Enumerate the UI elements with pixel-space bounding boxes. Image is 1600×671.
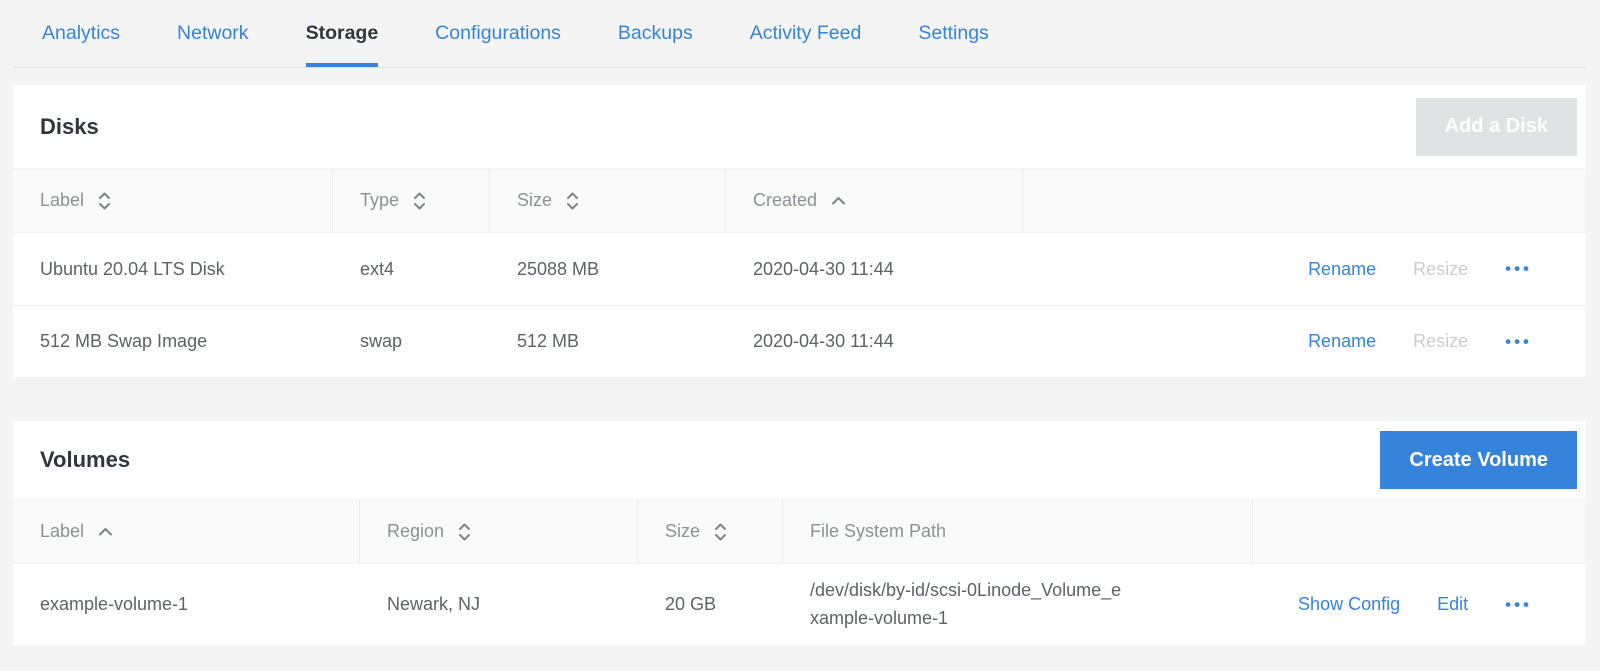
storage-content: Disks Add a Disk Label Type Size	[13, 85, 1585, 645]
tab-configurations[interactable]: Configurations	[435, 0, 561, 67]
show-config-link[interactable]: Show Config	[1298, 594, 1400, 615]
table-row: Ubuntu 20.04 LTS Disk ext4 25088 MB 2020…	[13, 233, 1585, 305]
column-label: Label	[40, 521, 84, 542]
tab-activity-feed[interactable]: Activity Feed	[750, 0, 862, 67]
table-row: 512 MB Swap Image swap 512 MB 2020-04-30…	[13, 305, 1585, 377]
tab-settings[interactable]: Settings	[918, 0, 988, 67]
disks-section: Disks Add a Disk Label Type Size	[13, 85, 1585, 377]
add-a-disk-button[interactable]: Add a Disk	[1416, 98, 1577, 156]
tab-storage[interactable]: Storage	[306, 0, 379, 67]
disks-column-header-label[interactable]: Label	[13, 169, 333, 232]
rename-link[interactable]: Rename	[1308, 331, 1376, 352]
rename-link[interactable]: Rename	[1308, 259, 1376, 280]
volumes-column-header-actions	[1253, 500, 1585, 563]
edit-link[interactable]: Edit	[1437, 594, 1468, 615]
disk-label: 512 MB Swap Image	[13, 331, 333, 352]
column-label: File System Path	[810, 521, 946, 542]
row-actions: Rename Resize •••	[1023, 259, 1585, 280]
disks-header: Disks Add a Disk	[13, 85, 1585, 168]
column-label: Size	[665, 521, 700, 542]
volumes-title: Volumes	[40, 447, 130, 473]
column-label: Label	[40, 190, 84, 211]
volumes-column-header-path: File System Path	[783, 500, 1253, 563]
sort-both-icon	[565, 190, 580, 212]
volume-path: /dev/disk/by-id/scsi-0Linode_Volume_exam…	[783, 577, 1253, 633]
disks-column-header-created[interactable]: Created	[726, 169, 1023, 232]
resize-link[interactable]: Resize	[1413, 259, 1468, 280]
disks-column-header-actions	[1023, 169, 1585, 232]
disks-title: Disks	[40, 114, 99, 140]
sort-both-icon	[412, 190, 427, 212]
disk-size: 25088 MB	[490, 259, 726, 280]
more-actions-icon[interactable]: •••	[1505, 332, 1532, 352]
sort-both-icon	[457, 521, 472, 543]
file-system-path: /dev/disk/by-id/scsi-0Linode_Volume_exam…	[810, 577, 1122, 633]
create-volume-button[interactable]: Create Volume	[1380, 431, 1577, 489]
resize-link[interactable]: Resize	[1413, 331, 1468, 352]
more-actions-icon[interactable]: •••	[1505, 259, 1532, 279]
sort-ascending-icon	[830, 195, 847, 206]
tab-backups[interactable]: Backups	[618, 0, 693, 67]
disk-type: swap	[333, 331, 490, 352]
column-label: Created	[753, 190, 817, 211]
disks-table-header: Label Type Size	[13, 168, 1585, 233]
volume-region: Newark, NJ	[360, 594, 638, 615]
disk-label: Ubuntu 20.04 LTS Disk	[13, 259, 333, 280]
disk-size: 512 MB	[490, 331, 726, 352]
more-actions-icon[interactable]: •••	[1505, 595, 1532, 615]
row-actions: Rename Resize •••	[1023, 331, 1585, 352]
volume-label: example-volume-1	[13, 594, 360, 615]
disks-column-header-type[interactable]: Type	[333, 169, 490, 232]
tab-bar: Analytics Network Storage Configurations…	[13, 0, 1585, 68]
disk-created: 2020-04-30 11:44	[726, 259, 1023, 280]
table-row: example-volume-1 Newark, NJ 20 GB /dev/d…	[13, 564, 1585, 645]
row-actions: Show Config Edit •••	[1253, 594, 1585, 615]
volume-size: 20 GB	[638, 594, 783, 615]
volumes-header: Volumes Create Volume	[13, 421, 1585, 499]
tab-analytics[interactable]: Analytics	[42, 0, 120, 67]
volumes-column-header-label[interactable]: Label	[13, 500, 360, 563]
volumes-column-header-region[interactable]: Region	[360, 500, 638, 563]
volumes-column-header-size[interactable]: Size	[638, 500, 783, 563]
column-label: Type	[360, 190, 399, 211]
volumes-table-header: Label Region Size File Sy	[13, 499, 1585, 564]
sort-ascending-icon	[97, 526, 114, 537]
column-label: Region	[387, 521, 444, 542]
volumes-section: Volumes Create Volume Label Region Size	[13, 421, 1585, 645]
column-label: Size	[517, 190, 552, 211]
tab-network[interactable]: Network	[177, 0, 249, 67]
disk-type: ext4	[333, 259, 490, 280]
disk-created: 2020-04-30 11:44	[726, 331, 1023, 352]
sort-both-icon	[97, 190, 112, 212]
sort-both-icon	[713, 521, 728, 543]
disks-column-header-size[interactable]: Size	[490, 169, 726, 232]
